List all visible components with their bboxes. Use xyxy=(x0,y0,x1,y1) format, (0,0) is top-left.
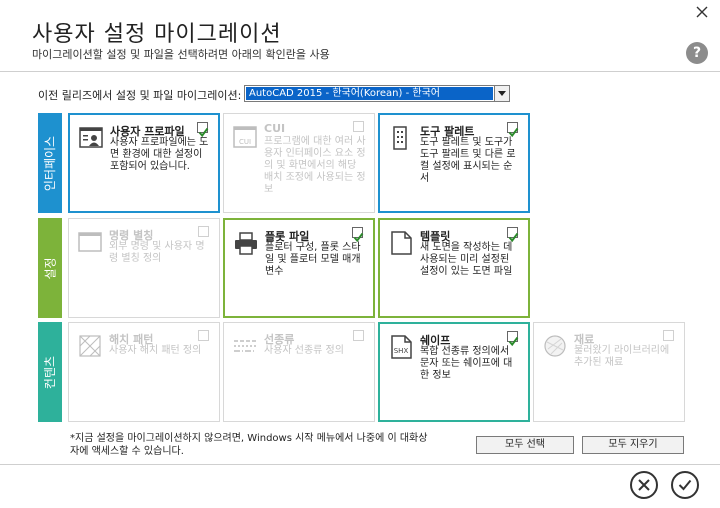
divider xyxy=(0,464,720,465)
user-profile-icon xyxy=(78,125,104,151)
checkbox-template[interactable] xyxy=(507,227,519,243)
help-icon[interactable]: ? xyxy=(686,42,708,64)
card-description: 새 도면을 작성하는 데 사용되는 미리 설정된 설정이 있는 도면 파일 xyxy=(420,242,513,277)
chevron-down-icon[interactable] xyxy=(494,86,509,101)
card-plot[interactable]: 플롯 파일 플로터 구성, 플롯 스타일 및 플로터 모델 매개변수 xyxy=(223,218,375,318)
card-shape[interactable]: SHX 쉐이프 복합 선종류 정의에서 문자 또는 쉐이프에 대한 정보 xyxy=(378,322,530,422)
footnote: *지금 설정을 마이그레이션하지 않으려면, Windows 시작 메뉴에서 나… xyxy=(70,433,428,457)
row-tab-interface: 인터페이스 xyxy=(38,113,62,213)
release-dropdown-value: AutoCAD 2015 - 한국어(Korean) - 한국어 xyxy=(246,87,493,100)
card-material: 재료 불러왔기 라이브러리에 추가된 재료 xyxy=(533,322,685,422)
close-icon[interactable] xyxy=(694,4,710,20)
checkbox-user-profile[interactable] xyxy=(197,122,209,138)
hatch-pattern-icon xyxy=(77,333,103,359)
card-description: 사용자 프로파일에는 도면 환경에 대한 설정이 포함되어 있습니다. xyxy=(110,137,209,172)
plotter-icon xyxy=(233,230,259,256)
select-all-button[interactable]: 모두 선택 xyxy=(476,436,574,454)
card-tool-palette[interactable]: 도구 팔레트 도구 팔레트 및 도구가 도구 팔레트 및 다른 로컬 설정에 표… xyxy=(378,113,530,213)
cui-icon: CUI xyxy=(232,124,258,150)
cancel-icon[interactable] xyxy=(630,471,658,499)
card-description: 불러왔기 라이브러리에 추가된 재료 xyxy=(574,345,670,368)
checkbox-shape[interactable] xyxy=(507,331,519,347)
checkbox-hatch xyxy=(198,330,209,341)
card-description: 도구 팔레트 및 도구가 도구 팔레트 및 다른 로컬 설정에 표시되는 순서 xyxy=(420,137,516,184)
card-description: 사용자 해치 패턴 정의 xyxy=(109,345,202,356)
svg-text:SHX: SHX xyxy=(394,347,409,355)
page-title: 사용자 설정 마이그레이션 xyxy=(32,22,282,47)
ok-icon[interactable] xyxy=(671,471,699,499)
clear-all-button[interactable]: 모두 지우기 xyxy=(582,436,684,454)
card-description: 플로터 구성, 플롯 스타일 및 플로터 모델 매개변수 xyxy=(265,242,361,277)
row-tab-content: 컨텐츠 xyxy=(38,322,62,422)
checkbox-command-alias xyxy=(198,226,209,237)
card-command-alias: 명령 별칭 외부 명령 및 사용자 명령 별칭 정의 xyxy=(68,218,220,318)
row-tab-settings: 설정 xyxy=(38,218,62,318)
shx-icon: SHX xyxy=(388,334,414,360)
migrate-label: 이전 릴리즈에서 설정 및 파일 마이그레이션: xyxy=(38,89,242,102)
release-dropdown[interactable]: AutoCAD 2015 - 한국어(Korean) - 한국어 xyxy=(244,85,510,102)
card-description: 외부 명령 및 사용자 명령 별칭 정의 xyxy=(109,241,205,264)
checkbox-cui xyxy=(353,121,364,132)
card-description: 프로그램에 대한 여러 사용자 인터페이스 요소 정의 및 화면에서의 해당 배… xyxy=(264,136,366,195)
card-hatch: 해치 패턴 사용자 해치 패턴 정의 xyxy=(68,322,220,422)
divider xyxy=(0,71,720,72)
card-description: 복합 선종류 정의에서 문자 또는 쉐이프에 대한 정보 xyxy=(420,346,513,381)
material-icon xyxy=(542,333,568,359)
checkbox-tool-palette[interactable] xyxy=(507,122,519,138)
template-icon xyxy=(388,230,414,256)
checkbox-linetype xyxy=(353,330,364,341)
card-template[interactable]: 템플릿 새 도면을 작성하는 데 사용되는 미리 설정된 설정이 있는 도면 파… xyxy=(378,218,530,318)
linetype-icon xyxy=(232,333,258,359)
card-linetype: 선종류 사용자 선종류 정의 xyxy=(223,322,375,422)
checkbox-plot[interactable] xyxy=(352,227,364,243)
command-alias-icon xyxy=(77,229,103,255)
card-description: 사용자 선종류 정의 xyxy=(264,345,344,356)
card-user-profile[interactable]: 사용자 프로파일 사용자 프로파일에는 도면 환경에 대한 설정이 포함되어 있… xyxy=(68,113,220,213)
tool-palette-icon xyxy=(388,125,414,151)
page-subtitle: 마이그레이션할 설정 및 파일을 선택하려면 아래의 확인란을 사용 xyxy=(32,48,330,61)
svg-text:CUI: CUI xyxy=(239,138,251,146)
card-title: CUI xyxy=(264,122,286,135)
card-cui: CUI CUI 프로그램에 대한 여러 사용자 인터페이스 요소 정의 및 화면… xyxy=(223,113,375,213)
checkbox-material xyxy=(663,330,674,341)
